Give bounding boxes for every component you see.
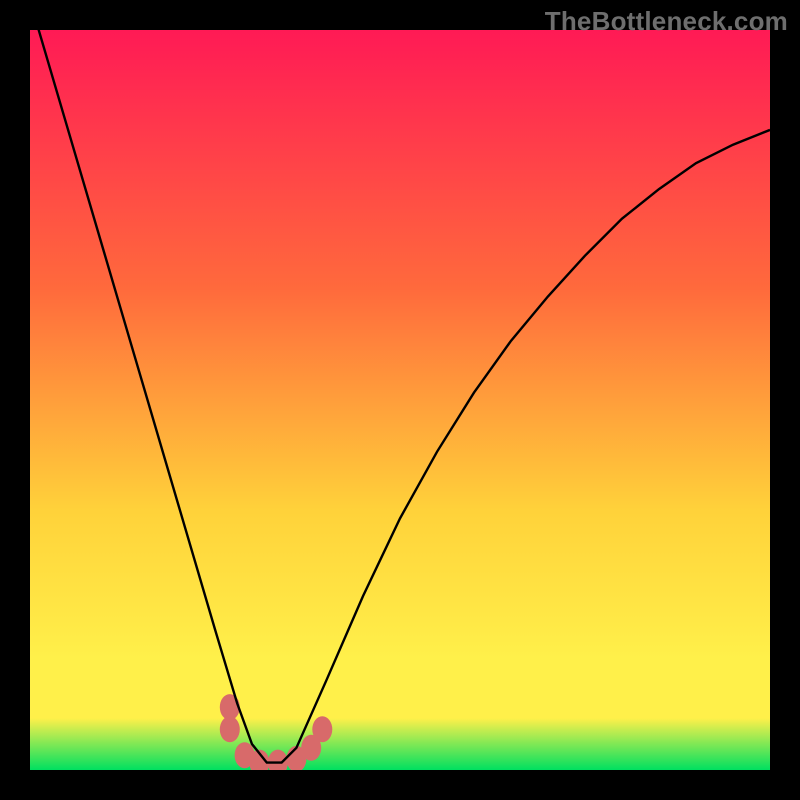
plot-area [30,30,770,770]
bottleneck-plot [30,30,770,770]
chart-frame: TheBottleneck.com [0,0,800,800]
lobe-marker [220,716,240,742]
lobe-marker [312,716,332,742]
gradient-background [30,30,770,770]
watermark-text: TheBottleneck.com [545,6,788,37]
